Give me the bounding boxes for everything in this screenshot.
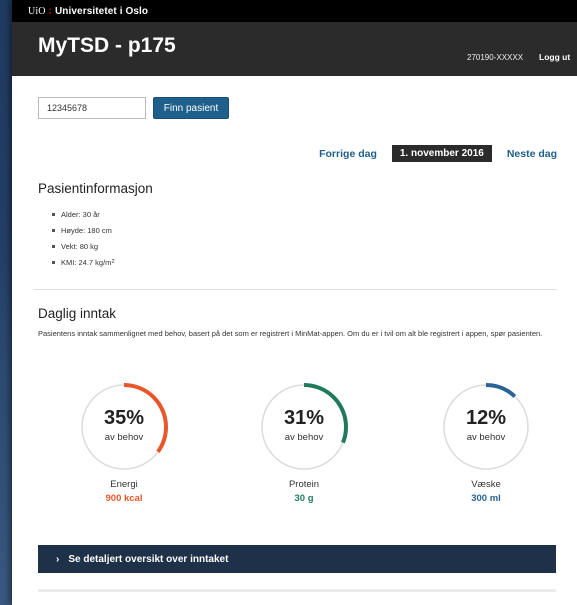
patient-bmi: KMI: 24.7 kg/m 2 [52, 254, 153, 270]
patient-weight: Vekt: 80 kg [52, 238, 153, 254]
date-navigation: Forrige dag 1. november 2016 Neste dag [319, 145, 557, 162]
bottom-divider [38, 589, 556, 592]
gauge-energy: 35% av behov Energi 900 kcal [78, 381, 170, 504]
uio-logo[interactable]: UiO [28, 6, 46, 17]
section-divider [34, 289, 557, 290]
prev-day-link[interactable]: Forrige dag [319, 148, 377, 160]
gauge-percent: 12% [465, 407, 507, 429]
patient-info-heading: Pasientinformasjon [38, 181, 153, 196]
gauge-name: Protein [288, 479, 320, 490]
daily-intake-description: Pasientens inntak sammenlignet med behov… [38, 329, 543, 338]
gauge-value: 30 g [294, 493, 314, 504]
gauge-name: Væske [471, 479, 501, 490]
user-id: 270190-XXXXX [467, 53, 524, 62]
patient-height: Høyde: 180 cm [52, 222, 153, 238]
browser-window: UiO : Universitetet i Oslo MyTSD - p175 … [12, 0, 577, 605]
gauge-name: Energi [110, 479, 138, 490]
gauge-value: 300 ml [471, 493, 501, 504]
current-date: 1. november 2016 [391, 145, 492, 162]
gauge-fluid: 12% av behov Væske 300 ml [440, 381, 532, 504]
gauge-value: 900 kcal [105, 493, 143, 504]
daily-intake-section: Daglig inntak Pasientens inntak sammenli… [38, 306, 556, 341]
find-patient-button[interactable]: Finn pasient [153, 97, 229, 119]
gauge-sub-label: av behov [466, 432, 506, 443]
patient-info-section: Pasientinformasjon Alder: 30 år Høyde: 1… [38, 181, 153, 270]
gauge-sub-label: av behov [284, 432, 324, 443]
chevron-right-icon: › [56, 553, 60, 565]
patient-search: Finn pasient [38, 97, 229, 119]
next-day-link[interactable]: Neste dag [507, 148, 557, 160]
uio-name[interactable]: Universitetet i Oslo [55, 6, 148, 17]
gauge-protein: 31% av behov Protein 30 g [258, 381, 350, 504]
app-header: MyTSD - p175 270190-XXXXX Logg ut [12, 22, 577, 76]
logout-link[interactable]: Logg ut [539, 52, 570, 62]
patient-age: Alder: 30 år [52, 206, 153, 222]
gauge-sub-label: av behov [104, 432, 144, 443]
details-toggle[interactable]: › Se detaljert oversikt over inntaket [38, 545, 556, 573]
app-title: MyTSD - p175 [38, 34, 176, 57]
uio-banner: UiO : Universitetet i Oslo [12, 0, 577, 22]
uio-separator: : [48, 5, 52, 17]
gauge-percent: 31% [283, 407, 325, 429]
gauge-percent: 35% [103, 407, 145, 429]
daily-intake-heading: Daglig inntak [38, 306, 117, 321]
patient-id-input[interactable] [38, 97, 146, 119]
patient-info-list: Alder: 30 år Høyde: 180 cm Vekt: 80 kg K… [52, 206, 153, 270]
details-toggle-label: Se detaljert oversikt over inntaket [68, 553, 229, 565]
